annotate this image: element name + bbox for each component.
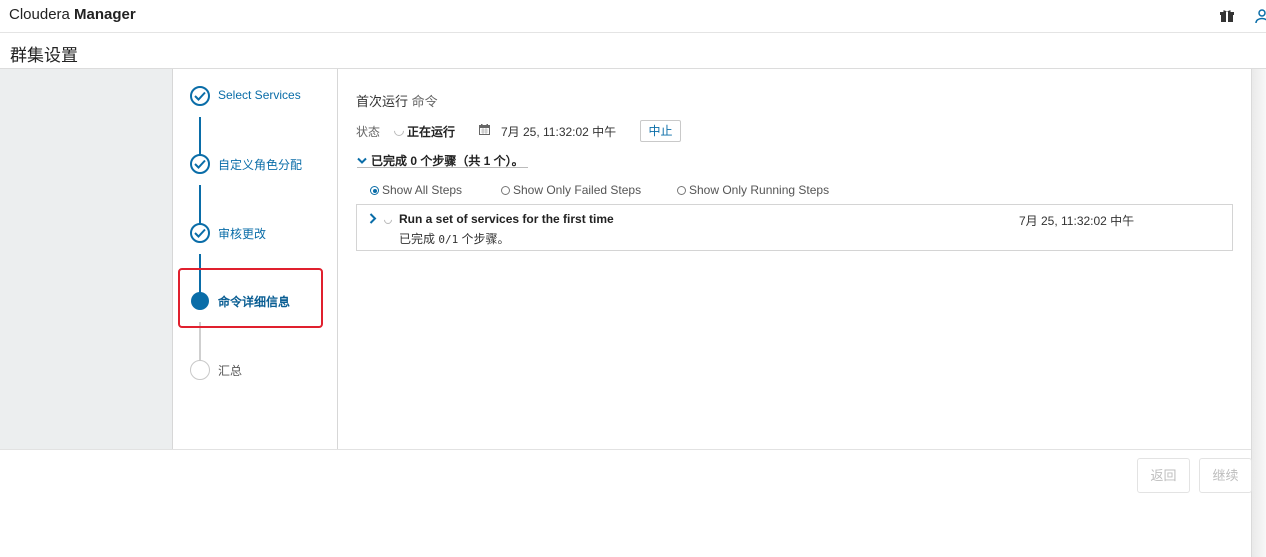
filter-label: Show All Steps [382, 183, 463, 197]
filter-label: Show Only Failed Steps [513, 183, 642, 197]
command-title-text: 首次运行 [356, 94, 409, 109]
filter-show-running-steps[interactable]: Show Only Running Steps [677, 183, 829, 197]
user-icon[interactable] [1255, 9, 1266, 24]
highlight-annotation [178, 268, 323, 328]
filter-label: Show Only Running Steps [689, 183, 830, 197]
command-title: 首次运行 命令 [356, 91, 438, 110]
wizard-step-label: 自定义角色分配 [218, 158, 303, 172]
steps-summary-text: 已完成 0 个步骤（共 1 个）。 [371, 154, 524, 168]
step-progress-suffix: 个步骤。 [458, 232, 510, 246]
filter-show-failed-steps[interactable]: Show Only Failed Steps [501, 183, 641, 197]
abort-button[interactable]: 中止 [640, 120, 681, 142]
pending-step-circle-icon [190, 360, 210, 380]
wizard-footer: 返回 继续 [0, 449, 1252, 557]
radio-icon [501, 186, 510, 195]
wizard-step-label: 审核更改 [218, 227, 267, 241]
spinner-icon [382, 214, 394, 226]
page-title: 群集设置 [10, 46, 78, 65]
status-value: 正在运行 [407, 125, 456, 139]
steps-summary-toggle[interactable]: 已完成 0 个步骤（共 1 个）。 [357, 152, 528, 168]
top-navbar: Cloudera Manager [0, 0, 1266, 33]
calendar-icon [479, 124, 490, 138]
step-progress: 已完成 0/1 个步骤。 [399, 230, 510, 247]
right-edge-shadow [1251, 69, 1266, 557]
check-icon [190, 154, 210, 174]
left-gutter [0, 69, 173, 449]
start-time: 7月 25, 11:32:02 中午 [501, 125, 617, 139]
step-filter-group: Show All Steps Show Only Failed Steps Sh… [370, 183, 970, 199]
filter-show-all-steps[interactable]: Show All Steps [370, 183, 462, 197]
step-time: 7月 25, 11:32:02 中午 [1019, 214, 1135, 228]
chevron-down-icon [357, 154, 367, 168]
back-button[interactable]: 返回 [1137, 458, 1190, 493]
command-details-panel: 首次运行 命令 状态 正在运行 7月 25, 11:32:02 中午 中止 已完… [338, 69, 1251, 449]
wizard-steps: Select Services 自定义角色分配 审核更改 命令详细信息 汇总 [173, 69, 338, 449]
check-icon [190, 86, 210, 106]
wizard-step-label: 汇总 [218, 364, 243, 378]
check-icon [190, 223, 210, 243]
brand-logo[interactable]: Cloudera Manager [9, 6, 136, 23]
command-step-row: Run a set of services for the first time… [356, 204, 1233, 251]
page-header: 群集设置 [0, 33, 1266, 69]
chevron-right-icon[interactable] [369, 212, 377, 227]
step-name: Run a set of services for the first time [399, 212, 614, 226]
wizard-step-label: Select Services [218, 88, 301, 102]
gift-icon[interactable] [1220, 9, 1234, 23]
radio-icon [677, 186, 686, 195]
status-row: 状态 正在运行 7月 25, 11:32:02 中午 [356, 122, 1056, 142]
spinner-icon [391, 123, 407, 139]
step-progress-count: 0/1 [438, 233, 459, 246]
continue-button[interactable]: 继续 [1199, 458, 1252, 493]
command-title-suffix: 命令 [411, 94, 438, 109]
brand-text-light: Cloudera [9, 6, 75, 23]
brand-text-bold: Manager [74, 6, 136, 23]
radio-selected-icon [370, 186, 379, 195]
step-progress-prefix: 已完成 [399, 232, 439, 246]
status-label: 状态 [356, 125, 381, 139]
